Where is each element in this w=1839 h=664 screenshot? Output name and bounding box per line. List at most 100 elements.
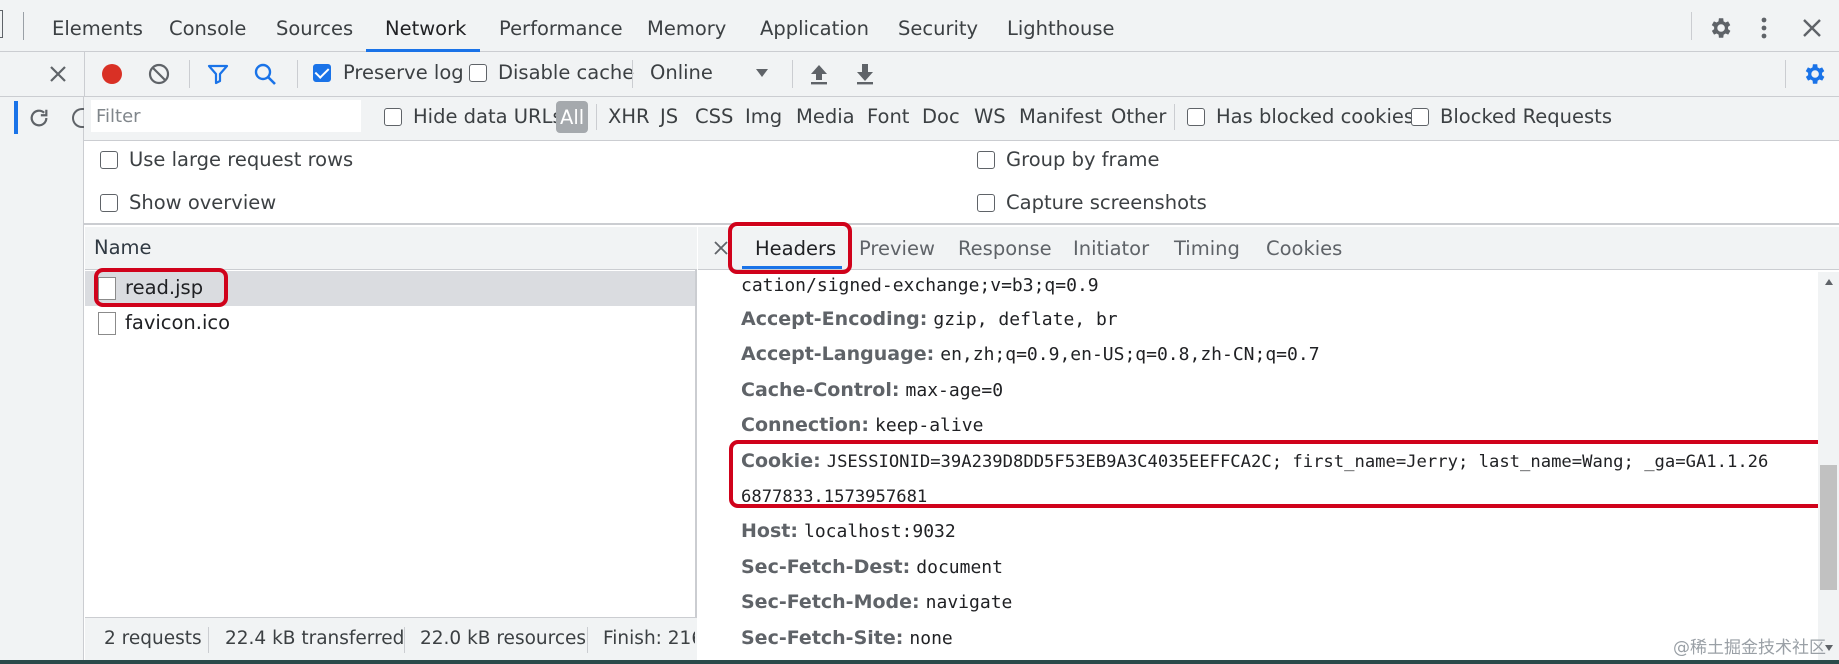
network-settings-icon[interactable]: [1799, 59, 1829, 89]
header-key: Host:: [741, 520, 798, 542]
tab-lighthouse[interactable]: Lighthouse: [1007, 0, 1114, 52]
group-by-frame-checkbox[interactable]: [977, 151, 995, 169]
header-value: en,zh;q=0.9,en-US;q=0.8,zh-CN;q=0.7: [940, 344, 1320, 365]
type-font[interactable]: Font: [867, 105, 909, 128]
header-value: keep-alive: [875, 415, 984, 436]
header-value: max-age=0: [905, 380, 1004, 401]
header-value: localhost:9032: [804, 521, 956, 542]
status-divider: [208, 627, 209, 653]
toolbar-divider: [297, 60, 298, 88]
type-media[interactable]: Media: [796, 105, 855, 128]
type-manifest[interactable]: Manifest: [1019, 105, 1102, 128]
panel-edge-icon: [0, 10, 3, 38]
toolbar-divider: [1785, 60, 1786, 88]
header-value: document: [916, 557, 1003, 578]
tab-divider: [23, 12, 24, 40]
more-options-icon[interactable]: [1754, 14, 1774, 42]
gear-icon[interactable]: [1706, 14, 1734, 42]
detail-tab-initiator[interactable]: Initiator: [1073, 227, 1149, 270]
header-value: gzip, deflate, br: [933, 309, 1118, 330]
filter-divider: [1174, 104, 1175, 130]
tab-elements[interactable]: Elements: [52, 0, 143, 52]
blocked-requests-checkbox[interactable]: [1411, 108, 1429, 126]
has-blocked-cookies-checkbox[interactable]: [1187, 108, 1205, 126]
capture-screenshots-checkbox[interactable]: [977, 194, 995, 212]
type-xhr[interactable]: XHR: [608, 105, 650, 128]
header-key: Connection:: [741, 414, 869, 436]
request-name: favicon.ico: [125, 311, 231, 334]
disable-cache-checkbox[interactable]: [469, 64, 487, 82]
preserve-log-label: Preserve log: [343, 61, 464, 84]
name-column-header[interactable]: [85, 227, 697, 270]
header-row: cation/signed-exchange;v=b3;q=0.9: [741, 274, 1099, 296]
highlight-cookie: [729, 440, 1828, 508]
detail-tab-response[interactable]: Response: [958, 227, 1052, 270]
header-row: Connection: keep-alive: [741, 414, 983, 436]
type-doc[interactable]: Doc: [922, 105, 960, 128]
detail-tab-cookies[interactable]: Cookies: [1266, 227, 1342, 270]
header-value: cation/signed-exchange;v=b3;q=0.9: [741, 275, 1099, 296]
name-header-label: Name: [94, 236, 152, 259]
clear-icon[interactable]: [145, 60, 173, 88]
scrollbar-thumb[interactable]: [1820, 465, 1837, 590]
tab-memory[interactable]: Memory: [647, 0, 726, 52]
large-rows-label: Use large request rows: [129, 148, 354, 171]
header-row: Accept-Language: en,zh;q=0.9,en-US;q=0.8…: [741, 343, 1320, 365]
header-value: none: [909, 628, 953, 649]
type-css[interactable]: CSS: [695, 105, 733, 128]
close-drawer-icon[interactable]: [44, 60, 72, 88]
status-requests: 2 requests: [104, 628, 202, 649]
blocked-requests-label: Blocked Requests: [1440, 105, 1612, 128]
toolbar-divider: [792, 60, 793, 88]
disable-cache-label: Disable cache: [498, 61, 635, 84]
group-by-frame-label: Group by frame: [1006, 148, 1160, 171]
scroll-up-icon[interactable]: [1820, 274, 1837, 290]
highlight-read-jsp: [94, 268, 228, 307]
large-rows-checkbox[interactable]: [100, 151, 118, 169]
hide-data-urls-checkbox[interactable]: [384, 108, 402, 126]
throttling-select[interactable]: Online: [650, 61, 713, 84]
header-row: Sec-Fetch-Dest: document: [741, 556, 1003, 578]
tab-sources[interactable]: Sources: [276, 0, 353, 52]
tab-performance[interactable]: Performance: [499, 0, 623, 52]
capture-screenshots-label: Capture screenshots: [1006, 191, 1207, 214]
toolbar-divider: [189, 60, 190, 88]
type-img[interactable]: Img: [745, 105, 782, 128]
header-row: Sec-Fetch-Mode: navigate: [741, 591, 1012, 613]
status-resources: 22.0 kB resources: [420, 628, 587, 649]
show-overview-checkbox[interactable]: [100, 194, 118, 212]
bottom-edge: [0, 660, 1839, 664]
filter-icon[interactable]: [204, 60, 232, 88]
hide-data-urls-label: Hide data URLs: [413, 105, 563, 128]
tab-divider: [1691, 12, 1692, 40]
document-icon: [98, 312, 116, 335]
detail-tab-preview[interactable]: Preview: [859, 227, 935, 270]
type-other[interactable]: Other: [1111, 105, 1166, 128]
tab-application[interactable]: Application: [760, 0, 869, 52]
header-key: Sec-Fetch-Mode:: [741, 591, 920, 613]
reload-icon[interactable]: [25, 104, 53, 132]
download-icon[interactable]: [852, 60, 878, 88]
type-js[interactable]: JS: [660, 105, 678, 128]
header-row: Sec-Fetch-Site: none: [741, 627, 953, 649]
status-finish-clip: Finish: 216: [603, 628, 695, 654]
status-transferred: 22.4 kB transferred: [225, 628, 405, 649]
detail-tab-timing[interactable]: Timing: [1174, 227, 1240, 270]
status-finish: Finish: 216: [603, 628, 695, 649]
search-icon[interactable]: [251, 60, 279, 88]
tab-network[interactable]: Network: [385, 0, 466, 52]
show-overview-label: Show overview: [129, 191, 277, 214]
type-ws[interactable]: WS: [974, 105, 1006, 128]
upload-icon[interactable]: [806, 60, 832, 88]
preserve-log-checkbox[interactable]: [313, 64, 331, 82]
toolbar-divider: [632, 60, 633, 88]
filter-input-placeholder: Filter: [96, 106, 141, 127]
chevron-down-icon[interactable]: [753, 64, 771, 82]
left-drawer-strip: [0, 97, 84, 664]
record-icon[interactable]: [98, 60, 126, 88]
tab-security[interactable]: Security: [898, 0, 978, 52]
watermark: @稀土掘金技术社区: [1673, 638, 1826, 658]
header-key: Cache-Control:: [741, 379, 900, 401]
close-devtools-icon[interactable]: [1798, 14, 1826, 42]
tab-console[interactable]: Console: [169, 0, 246, 52]
